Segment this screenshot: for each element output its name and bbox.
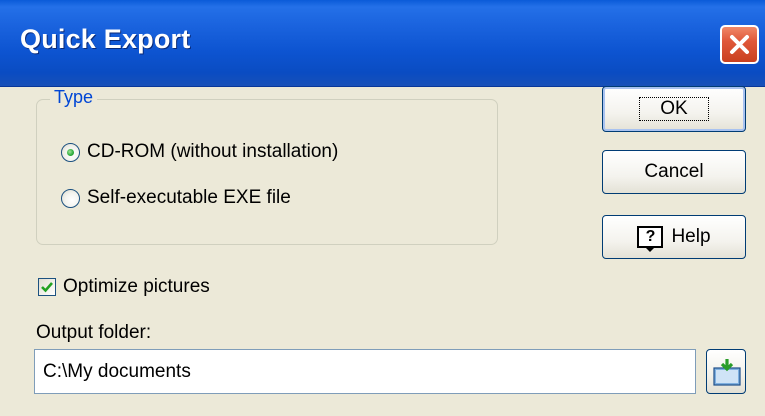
checkbox-checked[interactable]	[38, 278, 56, 296]
close-button[interactable]	[720, 25, 759, 64]
radio-exe[interactable]: Self-executable EXE file	[61, 187, 291, 209]
radio-cdrom-label: CD-ROM (without installation)	[87, 141, 339, 162]
type-groupbox	[36, 99, 498, 245]
folder-browse-icon	[713, 359, 741, 386]
checkmark-icon	[41, 282, 53, 293]
radio-cdrom[interactable]: CD-ROM (without installation)	[61, 141, 338, 163]
quick-export-dialog: Quick Export Type CD-ROM (without instal…	[0, 0, 765, 416]
type-group-label: Type	[50, 87, 98, 108]
ok-button[interactable]: OK	[602, 86, 746, 132]
radio-button[interactable]	[61, 188, 80, 208]
browse-folder-button[interactable]	[706, 349, 746, 394]
help-button-label: Help	[671, 226, 711, 247]
help-button[interactable]: ? Help	[602, 215, 746, 259]
help-icon: ?	[637, 226, 664, 252]
optimize-pictures-checkbox[interactable]: Optimize pictures	[38, 276, 210, 298]
ok-button-label: OK	[639, 97, 709, 121]
dialog-title: Quick Export	[20, 24, 191, 54]
title-bar: Quick Export	[0, 0, 765, 87]
output-folder-input[interactable]	[34, 349, 696, 394]
radio-button-checked[interactable]	[61, 142, 80, 162]
optimize-pictures-label: Optimize pictures	[63, 276, 210, 297]
radio-exe-label: Self-executable EXE file	[87, 187, 291, 208]
output-folder-label: Output folder:	[36, 322, 152, 343]
cancel-button-label: Cancel	[644, 161, 704, 182]
cancel-button[interactable]: Cancel	[602, 150, 746, 194]
close-icon	[730, 35, 749, 54]
